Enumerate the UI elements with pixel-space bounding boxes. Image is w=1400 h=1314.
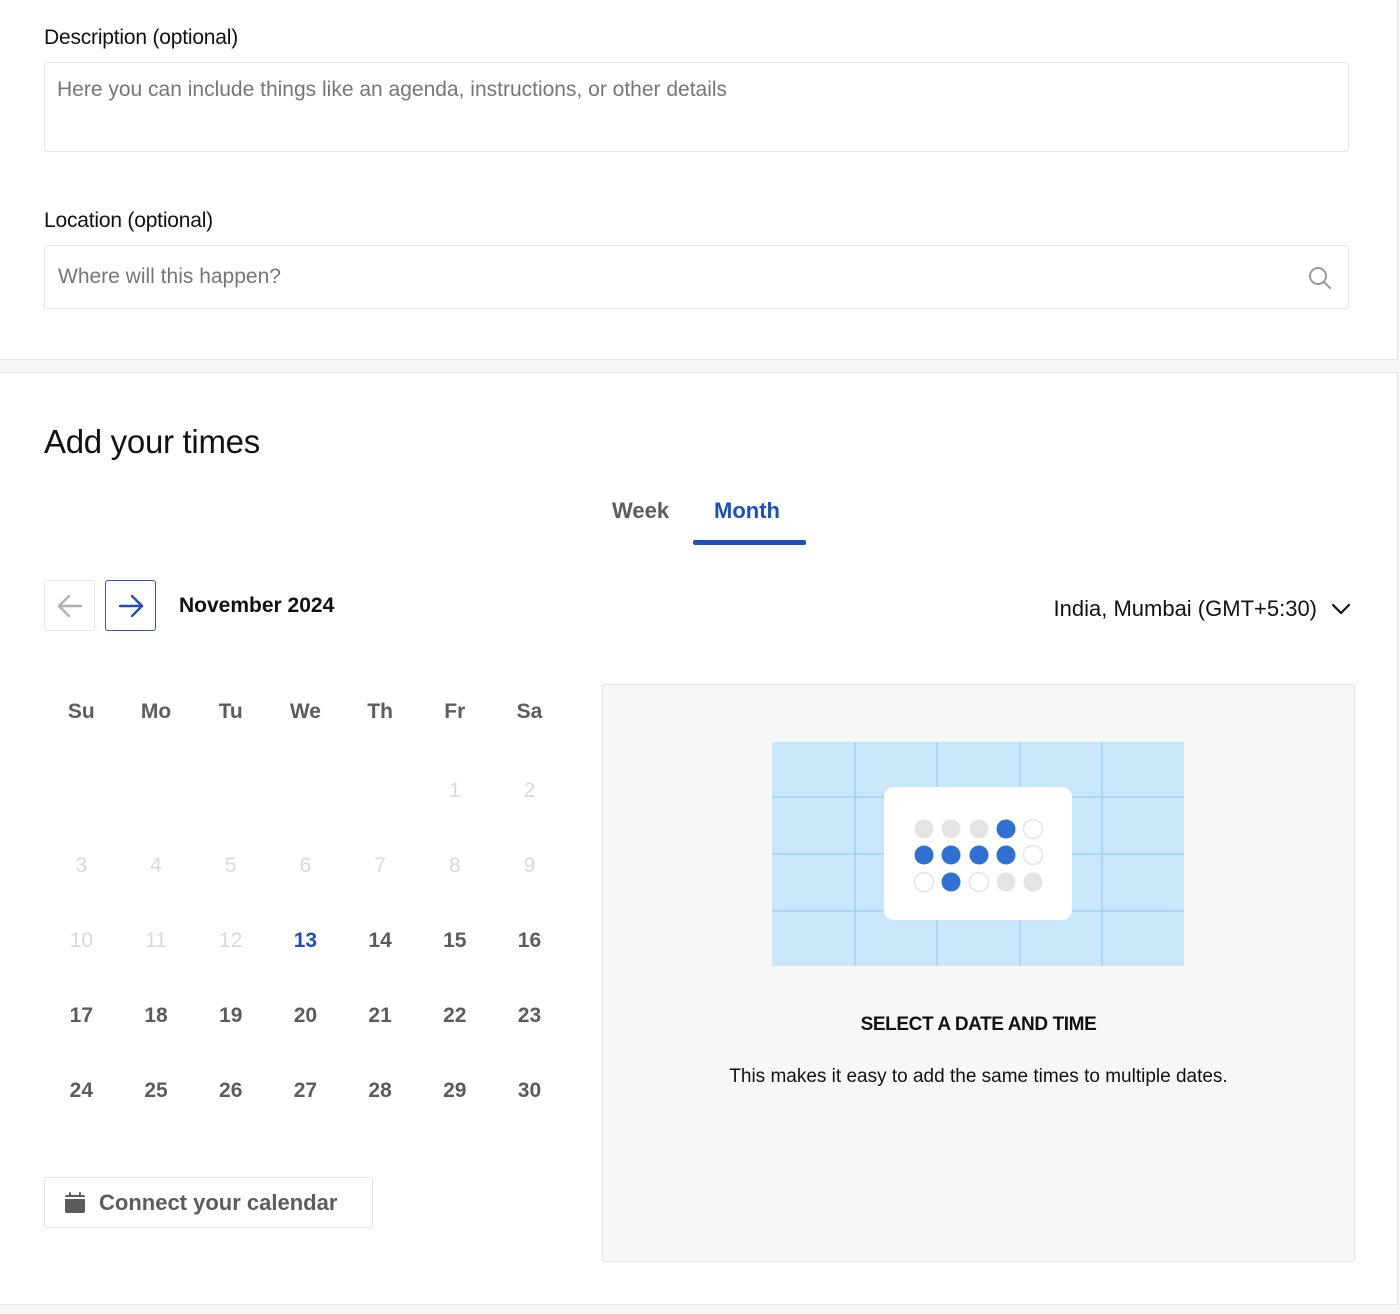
calendar-day[interactable]: 17 bbox=[44, 1004, 119, 1028]
timezone-label: India, Mumbai (GMT+5:30) bbox=[1053, 596, 1317, 621]
calendar-day[interactable]: 14 bbox=[343, 929, 418, 953]
calendar-illustration bbox=[772, 742, 1184, 966]
calendar-day[interactable]: 19 bbox=[193, 1004, 268, 1028]
calendar-week-row: 24 25 26 27 28 29 30 bbox=[44, 1053, 567, 1128]
calendar-day[interactable]: 30 bbox=[492, 1079, 567, 1103]
arrow-left-icon bbox=[57, 594, 82, 617]
calendar-day[interactable]: 28 bbox=[343, 1079, 418, 1103]
calendar-day[interactable]: 29 bbox=[417, 1079, 492, 1103]
calendar-icon bbox=[65, 1192, 85, 1213]
dot-gray bbox=[1023, 872, 1043, 892]
calendar-day[interactable]: 15 bbox=[417, 929, 492, 953]
location-input[interactable] bbox=[45, 246, 1348, 308]
panel-title: SELECT A DATE AND TIME bbox=[860, 1014, 1097, 1035]
calendar-day[interactable]: 23 bbox=[492, 1004, 567, 1028]
calendar-day: 6 bbox=[299, 853, 312, 877]
dot-empty bbox=[968, 871, 990, 893]
previous-month-button[interactable] bbox=[44, 580, 95, 631]
calendar-day[interactable]: 16 bbox=[492, 929, 567, 953]
dot-empty bbox=[913, 871, 935, 893]
dot-gray bbox=[996, 872, 1016, 892]
dot-blue bbox=[914, 845, 934, 865]
weekday-label: Th bbox=[367, 700, 393, 723]
calendar-day: 5 bbox=[224, 853, 237, 877]
calendar-week-row: 10 11 12 13 14 15 16 bbox=[44, 903, 567, 978]
calendar-weeks: 1 2 3 4 5 6 7 8 9 10 11 12 13 14 15 16 17 18 19 20 21 22 23 24 2… bbox=[44, 753, 567, 1128]
weekday-label: Sa bbox=[516, 700, 543, 723]
calendar-day: 12 bbox=[219, 928, 243, 952]
dot-blue bbox=[996, 845, 1016, 865]
current-month-label: November 2024 bbox=[179, 594, 335, 617]
calendar-day: 3 bbox=[75, 853, 88, 877]
dot-blue bbox=[969, 845, 989, 865]
chevron-down-icon bbox=[1331, 603, 1351, 615]
calendar-day[interactable]: 22 bbox=[417, 1004, 492, 1028]
dot-gray bbox=[941, 819, 961, 839]
calendar-day[interactable]: 20 bbox=[268, 1004, 343, 1028]
panel-description: This makes it easy to add the same times… bbox=[729, 1066, 1228, 1087]
calendar-day-today[interactable]: 13 bbox=[268, 929, 343, 953]
timezone-select[interactable]: India, Mumbai (GMT+5:30) bbox=[1054, 596, 1351, 622]
next-month-button[interactable] bbox=[105, 580, 156, 631]
calendar-day: 7 bbox=[374, 853, 386, 877]
calendar-day: 2 bbox=[523, 778, 536, 802]
dot-empty bbox=[1022, 844, 1044, 866]
active-tab-indicator bbox=[693, 540, 806, 545]
month-calendar: Su Mo Tu We Th Fr Sa 1 2 3 4 5 6 7 8 9 10 11 12 13 14 15 16 17… bbox=[44, 673, 567, 1128]
weekday-label: Fr bbox=[444, 700, 466, 723]
weekday-label: Mo bbox=[140, 700, 172, 723]
dot-blue bbox=[996, 819, 1016, 839]
weekday-label: Tu bbox=[218, 700, 243, 723]
calendar-day: 10 bbox=[69, 928, 94, 952]
tab-week[interactable]: Week bbox=[612, 498, 669, 524]
location-label: Location (optional) bbox=[44, 209, 213, 232]
weekday-label: Su bbox=[67, 700, 95, 723]
calendar-day[interactable]: 18 bbox=[119, 1004, 194, 1028]
view-tabs: Week Month bbox=[0, 498, 1398, 548]
event-details-card: Description (optional) Location (optiona… bbox=[0, 0, 1398, 360]
calendar-day[interactable]: 21 bbox=[343, 1004, 418, 1028]
connect-calendar-button[interactable]: Connect your calendar bbox=[44, 1177, 373, 1228]
dot-gray bbox=[914, 819, 934, 839]
location-field-container bbox=[44, 245, 1349, 309]
dot-blue bbox=[941, 845, 961, 865]
time-selection-panel: SELECT A DATE AND TIME This makes it eas… bbox=[602, 684, 1355, 1262]
calendar-day: 9 bbox=[523, 853, 536, 877]
add-times-card: Add your times Week Month November 2024 … bbox=[0, 372, 1398, 1305]
section-title: Add your times bbox=[44, 423, 260, 460]
tab-month[interactable]: Month bbox=[714, 498, 780, 524]
connect-calendar-label: Connect your calendar bbox=[99, 1189, 338, 1215]
description-field-container bbox=[44, 62, 1349, 152]
calendar-day: 1 bbox=[448, 778, 461, 802]
weekday-label: We bbox=[289, 700, 321, 723]
weekday-header-row: Su Mo Tu We Th Fr Sa bbox=[44, 673, 567, 753]
dot-empty bbox=[1022, 818, 1044, 840]
calendar-day[interactable]: 27 bbox=[268, 1079, 343, 1103]
description-label: Description (optional) bbox=[44, 26, 239, 49]
calendar-day: 4 bbox=[150, 853, 162, 877]
calendar-day[interactable]: 24 bbox=[44, 1079, 119, 1103]
dot-gray bbox=[969, 819, 989, 839]
calendar-week-row: 17 18 19 20 21 22 23 bbox=[44, 978, 567, 1053]
calendar-day: 11 bbox=[145, 928, 167, 952]
arrow-right-icon bbox=[118, 594, 143, 617]
description-field[interactable] bbox=[45, 63, 1348, 151]
calendar-day[interactable]: 26 bbox=[193, 1079, 268, 1103]
search-icon[interactable] bbox=[1308, 266, 1332, 290]
calendar-day: 8 bbox=[448, 853, 461, 877]
calendar-week-row: 3 4 5 6 7 8 9 bbox=[44, 828, 567, 903]
calendar-week-row: 12 bbox=[44, 753, 567, 828]
calendar-day[interactable]: 25 bbox=[119, 1079, 194, 1103]
dot-blue bbox=[941, 872, 961, 892]
